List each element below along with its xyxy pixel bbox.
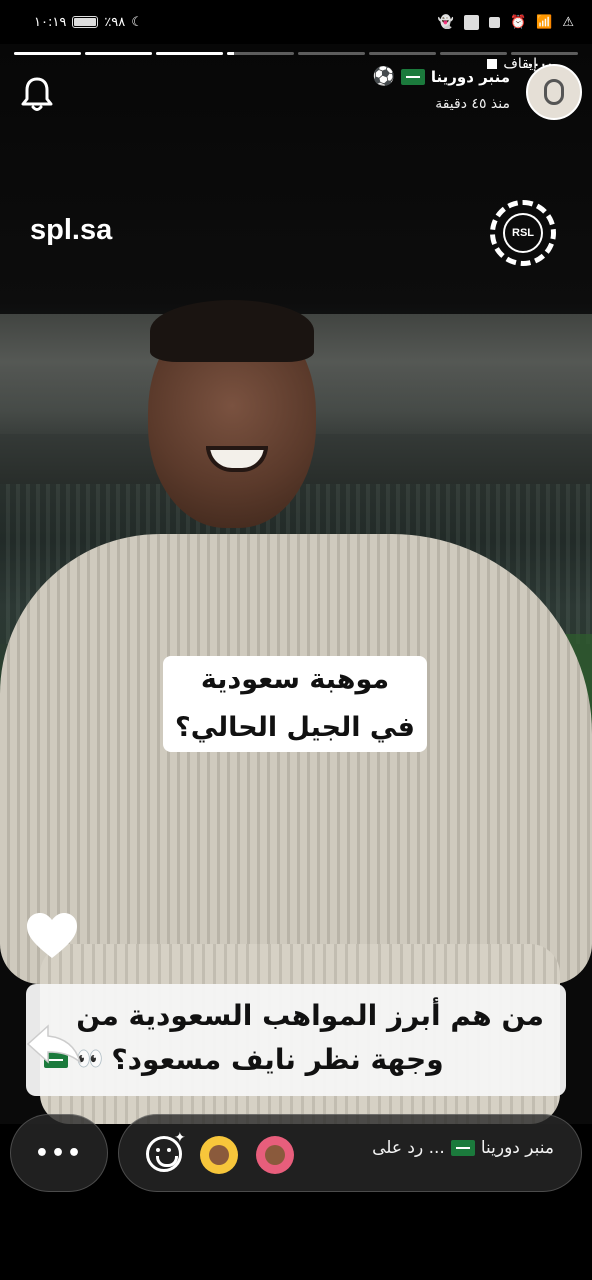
progress-segment-fill xyxy=(227,52,234,55)
reply-placeholder[interactable]: رد على ... منبر دورينا xyxy=(372,1138,554,1158)
battery-icon xyxy=(72,16,99,28)
reply-prefix: رد على ... xyxy=(372,1138,445,1158)
progress-segment xyxy=(227,52,294,55)
snapchat-icon: 👻 xyxy=(437,14,454,30)
saudi-flag-icon xyxy=(400,68,425,85)
bitmoji-reaction-1[interactable] xyxy=(200,1136,238,1174)
bitmoji-reaction-2[interactable] xyxy=(256,1136,294,1174)
story-caption: من هم أبرز المواهب السعودية من وجهة نظر … xyxy=(26,984,566,1096)
progress-segment-fill xyxy=(14,52,81,55)
sparkle-icon: ✦ xyxy=(174,1130,186,1146)
heart-icon[interactable] xyxy=(24,910,80,962)
moon-icon: ☾ xyxy=(131,14,143,30)
account-avatar[interactable] xyxy=(526,64,582,120)
progress-segment-fill xyxy=(156,52,223,55)
person-hair xyxy=(150,300,314,362)
gallery-icon xyxy=(463,14,479,30)
progress-segment xyxy=(156,52,223,55)
microphone-icon xyxy=(544,79,564,105)
video-caption-line2: في الجيل الحالي؟ xyxy=(175,712,415,743)
story-media[interactable]: spl.sa RSL موهبة سعودية في الجيل الحالي؟ xyxy=(0,44,592,1124)
story-caption-line2: وجهة نظر نايف مسعود؟ xyxy=(111,1043,444,1076)
share-arrow-icon[interactable] xyxy=(24,1022,84,1066)
rsl-logo-text: RSL xyxy=(503,213,543,253)
spl-watermark: spl.sa xyxy=(30,214,113,246)
story-caption-line1: من هم أبرز المواهب السعودية من xyxy=(76,999,544,1032)
battery-fill xyxy=(74,18,96,26)
alert-icon: ⚠ xyxy=(562,14,574,30)
stop-icon xyxy=(488,16,500,28)
bell-icon[interactable] xyxy=(18,74,56,114)
progress-segment xyxy=(85,52,152,55)
bitmoji-face xyxy=(209,1145,229,1165)
alarm-icon: ⏰ xyxy=(509,14,527,30)
video-caption: موهبة سعودية في الجيل الحالي؟ xyxy=(163,656,427,752)
account-row[interactable]: ⚽ منبر دورينا xyxy=(372,66,510,87)
progress-segment xyxy=(14,52,81,55)
status-left: ١٠:١٩ ٪٩٨ ☾ xyxy=(34,15,143,30)
soccer-ball-icon: ⚽ xyxy=(372,66,395,87)
status-right: 👻 ⏰ 📶 ⚠ xyxy=(437,14,574,30)
more-options-button[interactable]: ••• xyxy=(10,1114,108,1192)
rsl-logo: RSL xyxy=(490,200,556,266)
video-caption-line1: موهبة سعودية xyxy=(200,664,390,695)
progress-segment xyxy=(369,52,436,55)
account-name: منبر دورينا xyxy=(430,67,510,86)
wifi-icon: 📶 xyxy=(536,14,553,30)
bitmoji-face xyxy=(265,1145,285,1165)
saudi-flag-icon xyxy=(450,1140,475,1156)
clock: ١٠:١٩ xyxy=(34,14,67,30)
person-sweater xyxy=(0,534,592,984)
progress-segment xyxy=(440,52,507,55)
battery-percent: ٪٩٨ xyxy=(104,14,126,30)
status-bar: ١٠:١٩ ٪٩٨ ☾ 👻 ⏰ 📶 ⚠ xyxy=(0,0,592,44)
reply-account: منبر دورينا xyxy=(480,1138,554,1158)
progress-segment-fill xyxy=(85,52,152,55)
story-caption-line2-row: وجهة نظر نايف مسعود؟ 👀 xyxy=(44,1038,544,1082)
progress-segment xyxy=(298,52,365,55)
story-time-ago: منذ ٤٥ دقيقة xyxy=(435,96,510,112)
